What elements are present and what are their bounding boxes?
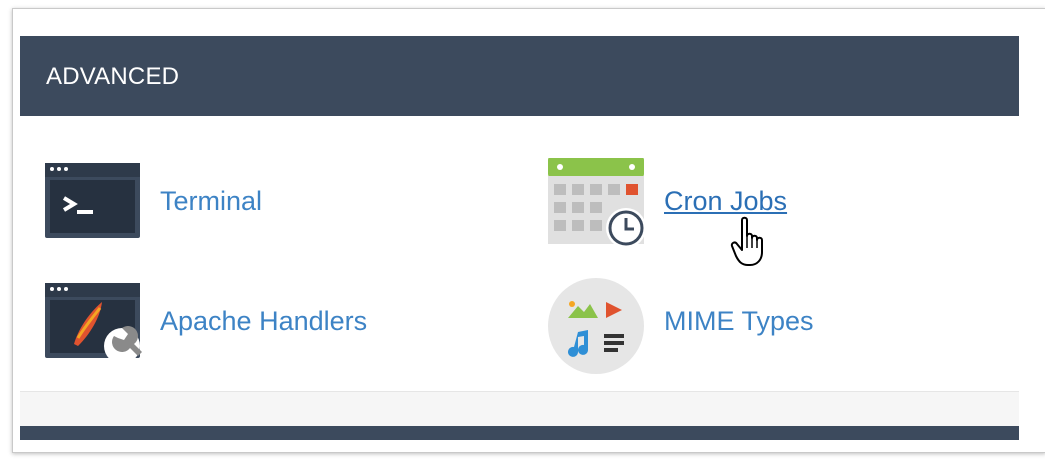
apache-handlers-label[interactable]: Apache Handlers xyxy=(160,306,367,337)
terminal-label[interactable]: Terminal xyxy=(160,186,262,217)
apache-handlers-icon xyxy=(44,278,144,364)
advanced-panel: ADVANCED Terminal Cron Jobs Apache Handl… xyxy=(20,36,1019,428)
panel-footer-strip xyxy=(20,391,1019,427)
mime-types-link[interactable]: MIME Types xyxy=(548,278,868,374)
panel-header[interactable]: ADVANCED xyxy=(20,36,1019,116)
panel-title: ADVANCED xyxy=(46,63,180,90)
apache-handlers-link[interactable]: Apache Handlers xyxy=(44,278,404,364)
terminal-link[interactable]: Terminal xyxy=(44,158,344,238)
cron-jobs-label[interactable]: Cron Jobs xyxy=(664,186,787,217)
next-panel-header[interactable] xyxy=(20,426,1019,440)
cron-jobs-link[interactable]: Cron Jobs xyxy=(548,156,848,248)
mime-types-icon xyxy=(548,278,648,374)
mime-types-label[interactable]: MIME Types xyxy=(664,306,814,337)
panel-body: Terminal Cron Jobs Apache Handlers MIME … xyxy=(20,116,1019,391)
calendar-clock-icon xyxy=(548,156,648,248)
terminal-icon xyxy=(44,158,144,238)
